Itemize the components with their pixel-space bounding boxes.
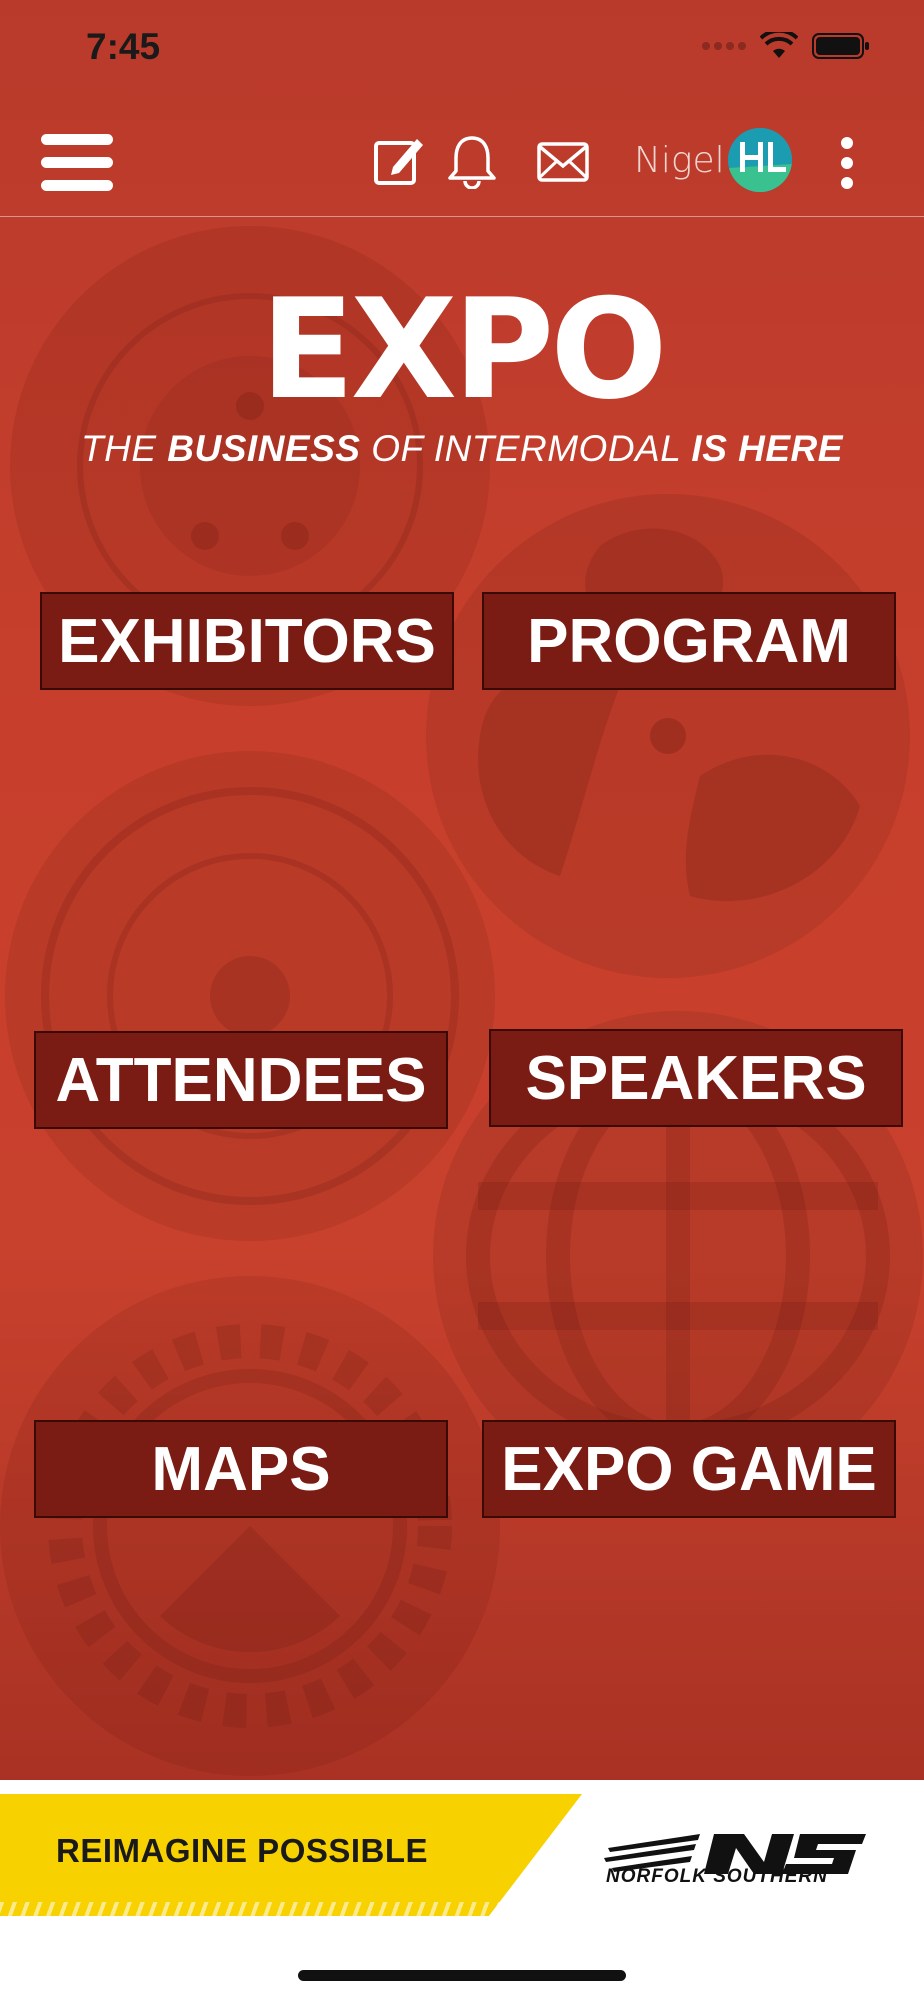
wifi-icon	[760, 32, 798, 58]
logo-text: EXPO	[260, 269, 667, 430]
program-button[interactable]: PROGRAM	[482, 592, 896, 690]
status-bar: 7:45	[0, 0, 924, 100]
speakers-button[interactable]: SPEAKERS	[489, 1029, 903, 1127]
tagline-part: THE	[81, 428, 168, 469]
bell-icon[interactable]	[444, 132, 500, 190]
menu-icon[interactable]	[38, 128, 116, 198]
expo-game-button[interactable]: EXPO GAME	[482, 1420, 896, 1518]
brand-name: NORFOLK SOUTHERN	[606, 1866, 828, 1887]
tagline-part: OF INTERMODAL	[360, 428, 692, 469]
avatar[interactable]	[728, 128, 792, 192]
maps-button[interactable]: MAPS	[34, 1420, 448, 1518]
banner-slogan: REIMAGINE POSSIBLE	[56, 1832, 429, 1869]
expo-logo: EXPO	[0, 280, 924, 420]
exhibitors-button[interactable]: EXHIBITORS	[40, 592, 454, 690]
tagline-part: BUSINESS	[167, 428, 361, 469]
more-icon[interactable]	[832, 134, 862, 192]
attendees-button[interactable]: ATTENDEES	[34, 1031, 448, 1129]
tagline: THE BUSINESS OF INTERMODAL IS HERE	[0, 428, 924, 470]
status-icons	[702, 32, 870, 60]
edit-icon[interactable]	[372, 132, 426, 188]
username-label[interactable]: Nigel	[634, 140, 725, 181]
battery-icon	[812, 33, 869, 59]
status-time: 7:45	[86, 26, 161, 67]
banner-stripes	[0, 1902, 924, 1916]
sponsor-banner[interactable]: REIMAGINE POSSIBLE NS NORFOLK SOUTHERN	[0, 1794, 924, 1916]
home-indicator[interactable]	[298, 1970, 626, 1981]
app-screen: 7:45 Nigel EXPO THE BUSINESS OF INTERMOD…	[0, 0, 924, 1780]
cellular-signal-icon	[702, 42, 746, 50]
tagline-part: IS HERE	[691, 428, 843, 469]
mail-icon[interactable]	[536, 140, 590, 184]
